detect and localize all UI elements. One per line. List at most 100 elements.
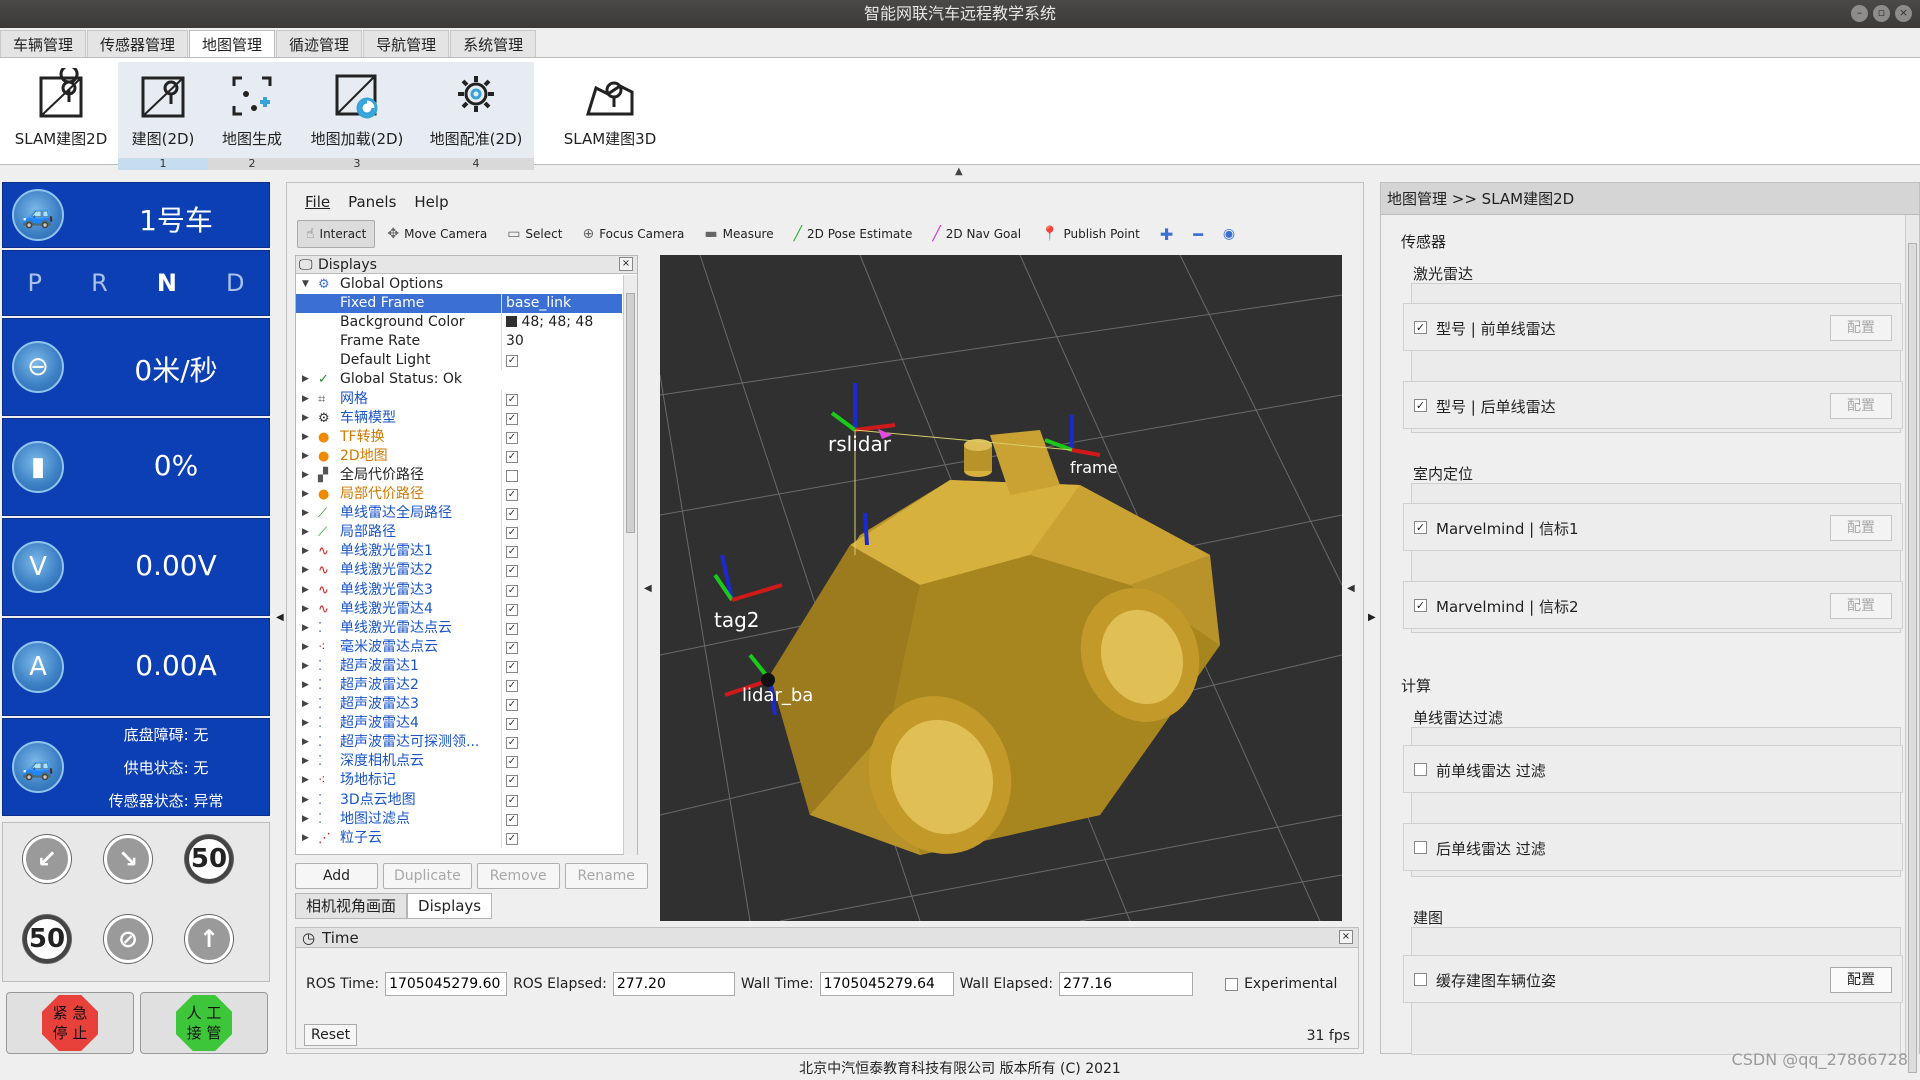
expand-arrow-icon[interactable]: ▶ (302, 409, 309, 428)
cache-pose-checkbox[interactable] (1414, 973, 1427, 986)
speed-limit-sign[interactable]: 50 (185, 835, 233, 883)
expand-arrow-icon[interactable]: ▶ (302, 581, 309, 600)
expand-arrow-icon[interactable]: ▶ (302, 752, 309, 771)
tool-publish-point[interactable]: 📍 Publish Point (1033, 220, 1148, 248)
display-enable-checkbox[interactable]: ✓ (506, 699, 518, 712)
tree-display-item[interactable]: ▶ ⋰ 粒子云 ✓ (296, 828, 622, 848)
tab-vehicle[interactable]: 车辆管理 (0, 30, 87, 58)
beacon1-checkbox[interactable]: ✓ (1414, 521, 1427, 534)
add-tool-button[interactable]: ✚ (1152, 220, 1181, 248)
tool-measure[interactable]: ▬ Measure (696, 220, 781, 248)
expand-arrow-icon[interactable]: ▶ (302, 733, 309, 752)
display-enable-checkbox[interactable]: ✓ (506, 412, 518, 425)
expand-arrow-icon[interactable]: ▶ (302, 810, 309, 829)
display-enable-checkbox[interactable]: ✓ (506, 508, 518, 521)
tree-display-item[interactable]: ▶ ⁖ 毫米波雷达点云 ✓ (296, 637, 622, 657)
display-enable-checkbox[interactable]: ✓ (506, 622, 518, 635)
expand-arrow-icon[interactable]: ▶ (302, 504, 309, 523)
collapse-views-arrow[interactable]: ◀ (1347, 583, 1355, 594)
no-turn-sign-icon[interactable]: ⊘ (104, 915, 152, 963)
display-enable-checkbox[interactable]: ✓ (506, 527, 518, 540)
display-enable-checkbox[interactable]: ✓ (506, 813, 518, 826)
turn-left-sign-icon[interactable]: ↙ (23, 835, 71, 883)
tree-display-item[interactable]: ▶ ∿ 单线激光雷达2 ✓ (296, 561, 622, 581)
display-enable-checkbox[interactable]: ✓ (506, 718, 518, 731)
expand-arrow-icon[interactable]: ▶ (302, 561, 309, 580)
remove-tool-button[interactable]: ━ (1185, 220, 1211, 248)
tree-display-item[interactable]: ▶ ⟋ 局部路径 ✓ (296, 523, 622, 543)
display-enable-checkbox[interactable]: ✓ (506, 660, 518, 673)
tree-global-status[interactable]: ▶ ✓ Global Status: Ok (296, 370, 622, 389)
display-enable-checkbox[interactable]: ✓ (506, 584, 518, 597)
display-enable-checkbox[interactable]: ✓ (506, 431, 518, 444)
lidar-rear-config-button[interactable]: 配置 (1830, 393, 1892, 419)
tree-display-item[interactable]: ▶ ⁚ 超声波雷达1 ✓ (296, 656, 622, 676)
expand-arrow-icon[interactable]: ▶ (302, 447, 309, 466)
expand-arrow-icon[interactable]: ▶ (302, 638, 309, 657)
display-enable-checkbox[interactable]: ✓ (506, 737, 518, 750)
ros-time-field[interactable] (385, 972, 508, 996)
expand-arrow-icon[interactable]: ▶ (302, 676, 309, 695)
tree-display-item[interactable]: ▶ ⁚ 地图过滤点 ✓ (296, 809, 622, 829)
menu-file[interactable]: File (305, 193, 330, 211)
remove-display-button[interactable]: Remove (476, 863, 560, 889)
expand-arrow-icon[interactable]: ▶ (302, 523, 309, 542)
turn-right-sign-icon[interactable]: ↘ (104, 835, 152, 883)
display-enable-checkbox[interactable]: ✓ (506, 679, 518, 692)
display-enable-checkbox[interactable] (506, 469, 518, 482)
frame-rate-value[interactable]: 30 (506, 332, 524, 351)
menu-panels[interactable]: Panels (348, 193, 396, 211)
display-enable-checkbox[interactable]: ✓ (506, 775, 518, 788)
display-enable-checkbox[interactable]: ✓ (506, 794, 518, 807)
bg-color-value[interactable]: 48; 48; 48 (521, 314, 593, 330)
manual-takeover-button[interactable]: 人 工 接 管 (140, 992, 268, 1054)
tree-display-item[interactable]: ▶ ⁚ 3D点云地图 ✓ (296, 790, 622, 810)
tree-display-item[interactable]: ▶ ⁚ 超声波雷达4 ✓ (296, 714, 622, 734)
display-enable-checkbox[interactable]: ✓ (506, 450, 518, 463)
tree-display-item[interactable]: ▶ ⌗ 网格 ✓ (296, 389, 622, 409)
tree-display-item[interactable]: ▶ ∿ 单线激光雷达3 ✓ (296, 580, 622, 600)
slam-3d-button[interactable]: SLAM建图3D (556, 62, 664, 162)
filter-rear-checkbox[interactable] (1414, 841, 1427, 854)
tab-map[interactable]: 地图管理 (189, 30, 276, 58)
expand-arrow-icon[interactable]: ▶ (302, 657, 309, 676)
minimize-icon[interactable]: – (1851, 5, 1868, 22)
build-map-2d-button[interactable]: 建图(2D) 1 (118, 62, 208, 170)
tree-display-item[interactable]: ▶ ● TF转换 ✓ (296, 427, 622, 447)
display-enable-checkbox[interactable]: ✓ (506, 832, 518, 845)
reset-button[interactable]: Reset (304, 1024, 358, 1046)
ros-elapsed-field[interactable] (612, 972, 735, 996)
tree-display-item[interactable]: ▶ ∿ 单线激光雷达1 ✓ (296, 542, 622, 562)
tab-camera-view[interactable]: 相机视角画面 (295, 893, 408, 919)
3d-viewport[interactable]: rslidar frame tag2 lidar_ba (660, 255, 1342, 921)
close-time-icon[interactable]: × (1339, 930, 1353, 944)
tree-display-item[interactable]: ▶ ▞ 全局代价路径 (296, 465, 622, 485)
expand-arrow-icon[interactable]: ▶ (302, 829, 309, 848)
expand-arrow-icon[interactable]: ▶ (302, 428, 309, 447)
beacon2-config-button[interactable]: 配置 (1830, 593, 1892, 619)
map-load-2d-button[interactable]: 地图加载(2D) 3 (296, 62, 418, 170)
add-display-button[interactable]: Add (295, 863, 378, 889)
emergency-stop-button[interactable]: 紧 急 停 止 (6, 992, 134, 1054)
collapse-displays-arrow[interactable]: ◀ (644, 583, 652, 594)
tree-display-item[interactable]: ▶ ⁚ 超声波雷达3 ✓ (296, 695, 622, 715)
config-scrollbar[interactable] (1905, 215, 1919, 1073)
display-enable-checkbox[interactable]: ✓ (506, 393, 518, 406)
tab-system[interactable]: 系统管理 (450, 30, 537, 58)
expand-arrow-icon[interactable]: ▶ (302, 485, 309, 504)
lidar-rear-checkbox[interactable]: ✓ (1414, 399, 1427, 412)
tree-frame-rate[interactable]: Frame Rate 30 (296, 332, 622, 352)
menu-help[interactable]: Help (414, 193, 448, 211)
tree-display-item[interactable]: ▶ ∿ 单线激光雷达4 ✓ (296, 599, 622, 619)
lidar-front-config-button[interactable]: 配置 (1830, 315, 1892, 341)
tree-display-item[interactable]: ▶ ⁚ 深度相机点云 ✓ (296, 752, 622, 772)
cache-pose-config-button[interactable]: 配置 (1830, 967, 1892, 993)
tool-move-camera[interactable]: ✥ Move Camera (379, 220, 495, 248)
collapse-left-arrow[interactable]: ◀ (276, 612, 284, 623)
tool-pose-estimate[interactable]: ╱ 2D Pose Estimate (786, 220, 921, 248)
expand-arrow-icon[interactable]: ▶ (302, 466, 309, 485)
expand-arrow-icon[interactable]: ▶ (302, 619, 309, 638)
tree-display-item[interactable]: ▶ ⁚ 超声波雷达可探测领... ✓ (296, 733, 622, 753)
close-displays-icon[interactable]: × (619, 257, 633, 271)
tree-display-item[interactable]: ▶ ● 2D地图 ✓ (296, 446, 622, 466)
